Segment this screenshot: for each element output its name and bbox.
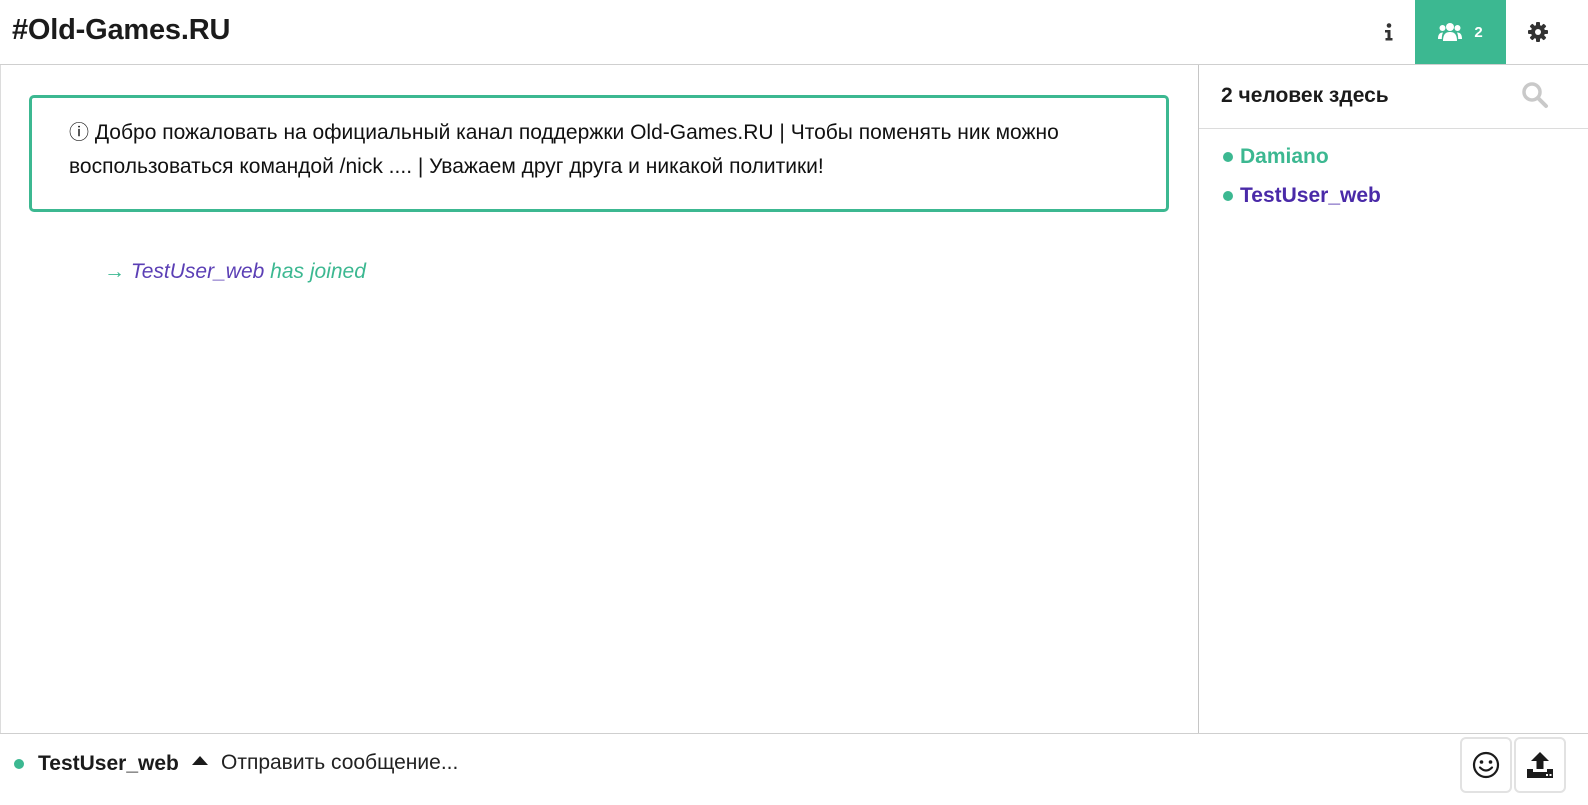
topic-text: Добро пожаловать на официальный канал по… — [69, 121, 1059, 178]
join-text: has joined — [270, 260, 366, 283]
composer-bar: TestUser_web — [0, 733, 1588, 805]
online-status-dot — [1223, 152, 1233, 162]
member-nick: TestUser_web — [1240, 184, 1381, 207]
topic-info-icon: ⓘ — [69, 122, 89, 144]
join-event: → TestUser_web has joined — [104, 260, 366, 284]
member-search-button[interactable] — [1521, 81, 1551, 111]
members-toggle-button[interactable]: 2 — [1415, 0, 1506, 64]
emoji-button[interactable] — [1460, 737, 1512, 793]
own-status-dot — [14, 759, 24, 769]
member-list-header: 2 человек здесь — [1199, 65, 1588, 129]
search-icon — [1522, 82, 1548, 108]
nick-menu-caret-icon[interactable] — [192, 756, 208, 765]
member-count: 2 — [1474, 23, 1483, 41]
member-item[interactable]: TestUser_web — [1223, 184, 1381, 208]
member-list-panel: 2 человек здесь Damiano TestUser_web — [1198, 65, 1588, 733]
gear-icon — [1528, 22, 1548, 42]
info-icon — [1385, 23, 1393, 41]
online-status-dot — [1223, 191, 1233, 201]
member-nick: Damiano — [1240, 145, 1329, 168]
smiley-icon — [1472, 751, 1500, 779]
channel-topic: ⓘ Добро пожаловать на официальный канал … — [29, 95, 1169, 212]
channel-header: #Old-Games.RU 2 — [0, 0, 1588, 65]
channel-info-button[interactable] — [1364, 0, 1414, 64]
settings-button[interactable] — [1510, 0, 1566, 64]
member-item[interactable]: Damiano — [1223, 145, 1329, 169]
current-nick[interactable]: TestUser_web — [38, 752, 179, 776]
upload-icon — [1527, 752, 1553, 778]
message-input[interactable] — [214, 742, 1444, 784]
join-arrow-icon: → — [104, 260, 125, 283]
channel-title: #Old-Games.RU — [12, 14, 231, 46]
users-icon — [1438, 23, 1463, 41]
member-list-title: 2 человек здесь — [1221, 84, 1389, 107]
message-area: ⓘ Добро пожаловать на официальный канал … — [0, 65, 1199, 733]
upload-button[interactable] — [1514, 737, 1566, 793]
join-nick[interactable]: TestUser_web — [131, 260, 264, 283]
